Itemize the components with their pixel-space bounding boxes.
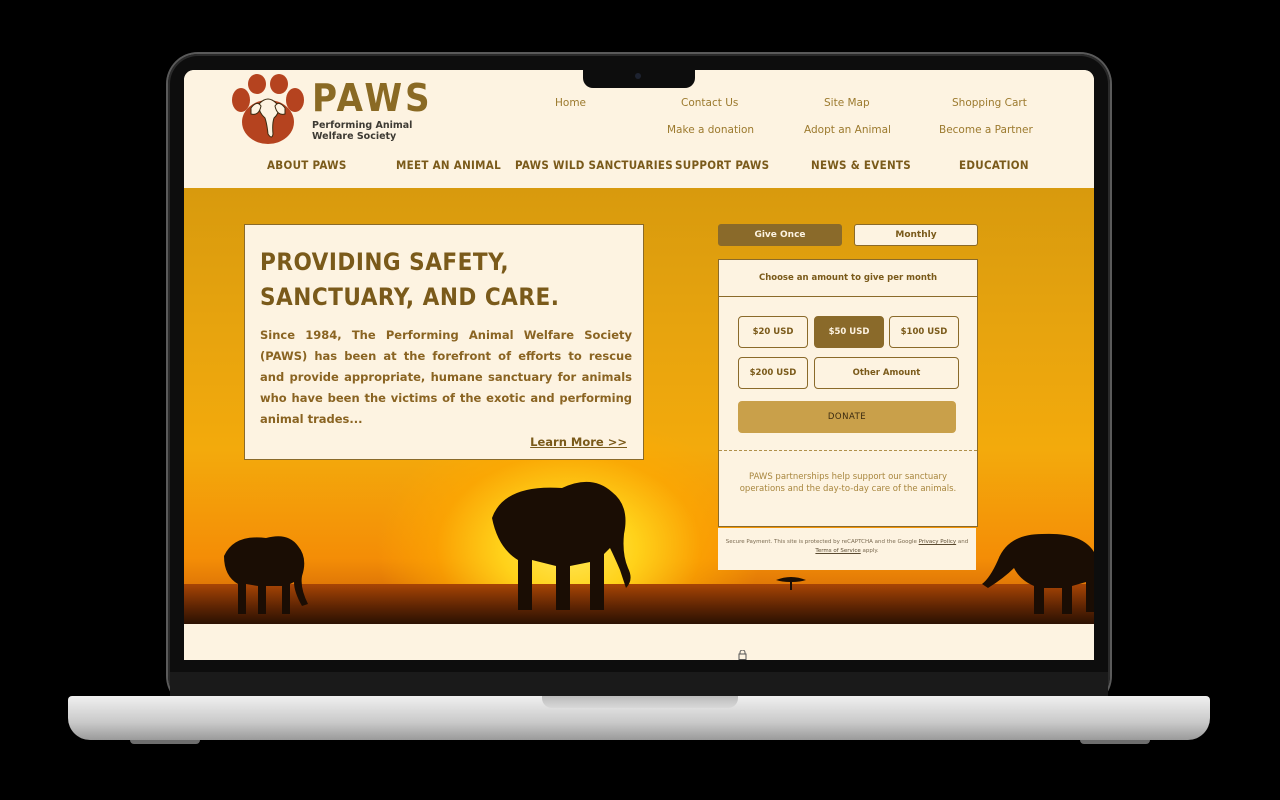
main-nav-news-events[interactable]: NEWS & EVENTS	[811, 158, 911, 172]
camera-notch	[583, 70, 695, 88]
hero-body-text: Since 1984, The Performing Animal Welfar…	[260, 328, 632, 426]
nav-link-make-donation[interactable]: Make a donation	[667, 124, 754, 136]
lock-icon	[738, 650, 747, 660]
nav-link-home[interactable]: Home	[555, 97, 586, 109]
amount-100-button[interactable]: $100 USD	[889, 316, 959, 348]
privacy-policy-link[interactable]: Privacy Policy	[919, 539, 956, 545]
laptop-base-groove	[542, 696, 738, 708]
hero-title-line2: SANCTUARY, AND CARE.	[260, 283, 560, 311]
main-nav-about-paws[interactable]: ABOUT PAWS	[267, 158, 347, 172]
main-nav-meet-an-animal[interactable]: MEET AN ANIMAL	[396, 158, 501, 172]
laptop-hinge	[170, 672, 1108, 696]
paw-elephant-logo-icon[interactable]	[229, 74, 307, 146]
amount-50-button[interactable]: $50 USD	[814, 316, 884, 348]
page-bottom-strip	[184, 624, 1094, 660]
learn-more-link[interactable]: Learn More >>	[530, 435, 627, 449]
nav-link-contact-us[interactable]: Contact Us	[681, 97, 738, 109]
secure-payment-text: Secure Payment. This site is protected b…	[725, 539, 917, 545]
nav-link-shopping-cart[interactable]: Shopping Cart	[952, 97, 1027, 109]
elephant-silhouette-center	[492, 481, 631, 610]
laptop-foot-left	[130, 740, 200, 744]
brand-name[interactable]: PAWS	[312, 76, 433, 120]
tab-monthly[interactable]: Monthly	[854, 224, 978, 246]
nav-link-adopt-animal[interactable]: Adopt an Animal	[804, 124, 891, 136]
terms-of-service-link[interactable]: Terms of Service	[815, 548, 860, 554]
main-nav-education[interactable]: EDUCATION	[959, 158, 1029, 172]
camera-icon	[635, 73, 641, 79]
secure-and-text: and	[957, 539, 969, 545]
acacia-tree-silhouette	[776, 577, 806, 590]
amount-200-button[interactable]: $200 USD	[738, 357, 808, 389]
other-amount-button[interactable]: Other Amount	[814, 357, 959, 389]
amount-20-button[interactable]: $20 USD	[738, 316, 808, 348]
secure-payment-notice: Secure Payment. This site is protected b…	[718, 528, 976, 570]
nav-link-become-partner[interactable]: Become a Partner	[939, 124, 1033, 136]
tab-give-once[interactable]: Give Once	[718, 224, 842, 246]
main-nav-wild-sanctuaries[interactable]: PAWS WILD SANCTUARIES	[515, 158, 673, 172]
elephant-silhouette-right	[982, 533, 1094, 614]
hero-title-line1: PROVIDING SAFETY,	[260, 248, 510, 276]
secure-apply-text: apply.	[862, 548, 879, 554]
donation-panel: Choose an amount to give per month $20 U…	[718, 259, 978, 527]
nav-link-site-map[interactable]: Site Map	[824, 97, 870, 109]
donation-prompt: Choose an amount to give per month	[719, 260, 977, 297]
main-nav-support-paws[interactable]: SUPPORT PAWS	[675, 158, 769, 172]
brand-subtitle: Performing Animal Welfare Society	[312, 120, 413, 142]
browser-screen: PAWS Performing Animal Welfare Society H…	[184, 70, 1094, 660]
donate-button[interactable]: DONATE	[738, 401, 956, 433]
panel-divider	[719, 450, 977, 451]
partnership-text: PAWS partnerships help support our sanct…	[739, 472, 957, 494]
laptop-foot-right	[1080, 740, 1150, 744]
hero-section: PROVIDING SAFETY, SANCTUARY, AND CARE. S…	[184, 188, 1094, 624]
elephant-silhouette-left	[224, 536, 308, 614]
mission-card: PROVIDING SAFETY, SANCTUARY, AND CARE. S…	[244, 224, 644, 460]
hero-title: PROVIDING SAFETY, SANCTUARY, AND CARE.	[260, 245, 630, 315]
